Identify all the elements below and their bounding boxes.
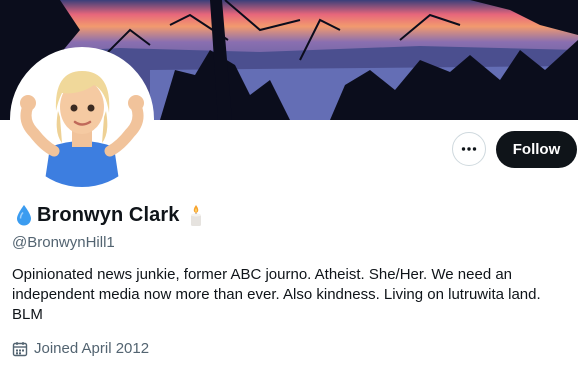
profile-avatar[interactable] [10,47,154,191]
profile-handle: @BronwynHill1 [12,234,115,251]
candle-icon [191,205,202,226]
profile-name-row: Bronwyn Clark [14,203,206,227]
droplet-icon [17,205,31,226]
follow-button[interactable]: Follow [496,131,577,168]
memoji-avatar-image [14,51,150,187]
calendar-icon [12,341,28,356]
more-options-button[interactable] [452,132,486,166]
joined-date: Joined April 2012 [12,340,149,357]
joined-date-text: Joined April 2012 [34,340,150,357]
more-icon [461,147,477,151]
display-name: Bronwyn Clark [37,203,180,226]
profile-bio: Opinionated news junkie, former ABC jour… [12,266,541,323]
